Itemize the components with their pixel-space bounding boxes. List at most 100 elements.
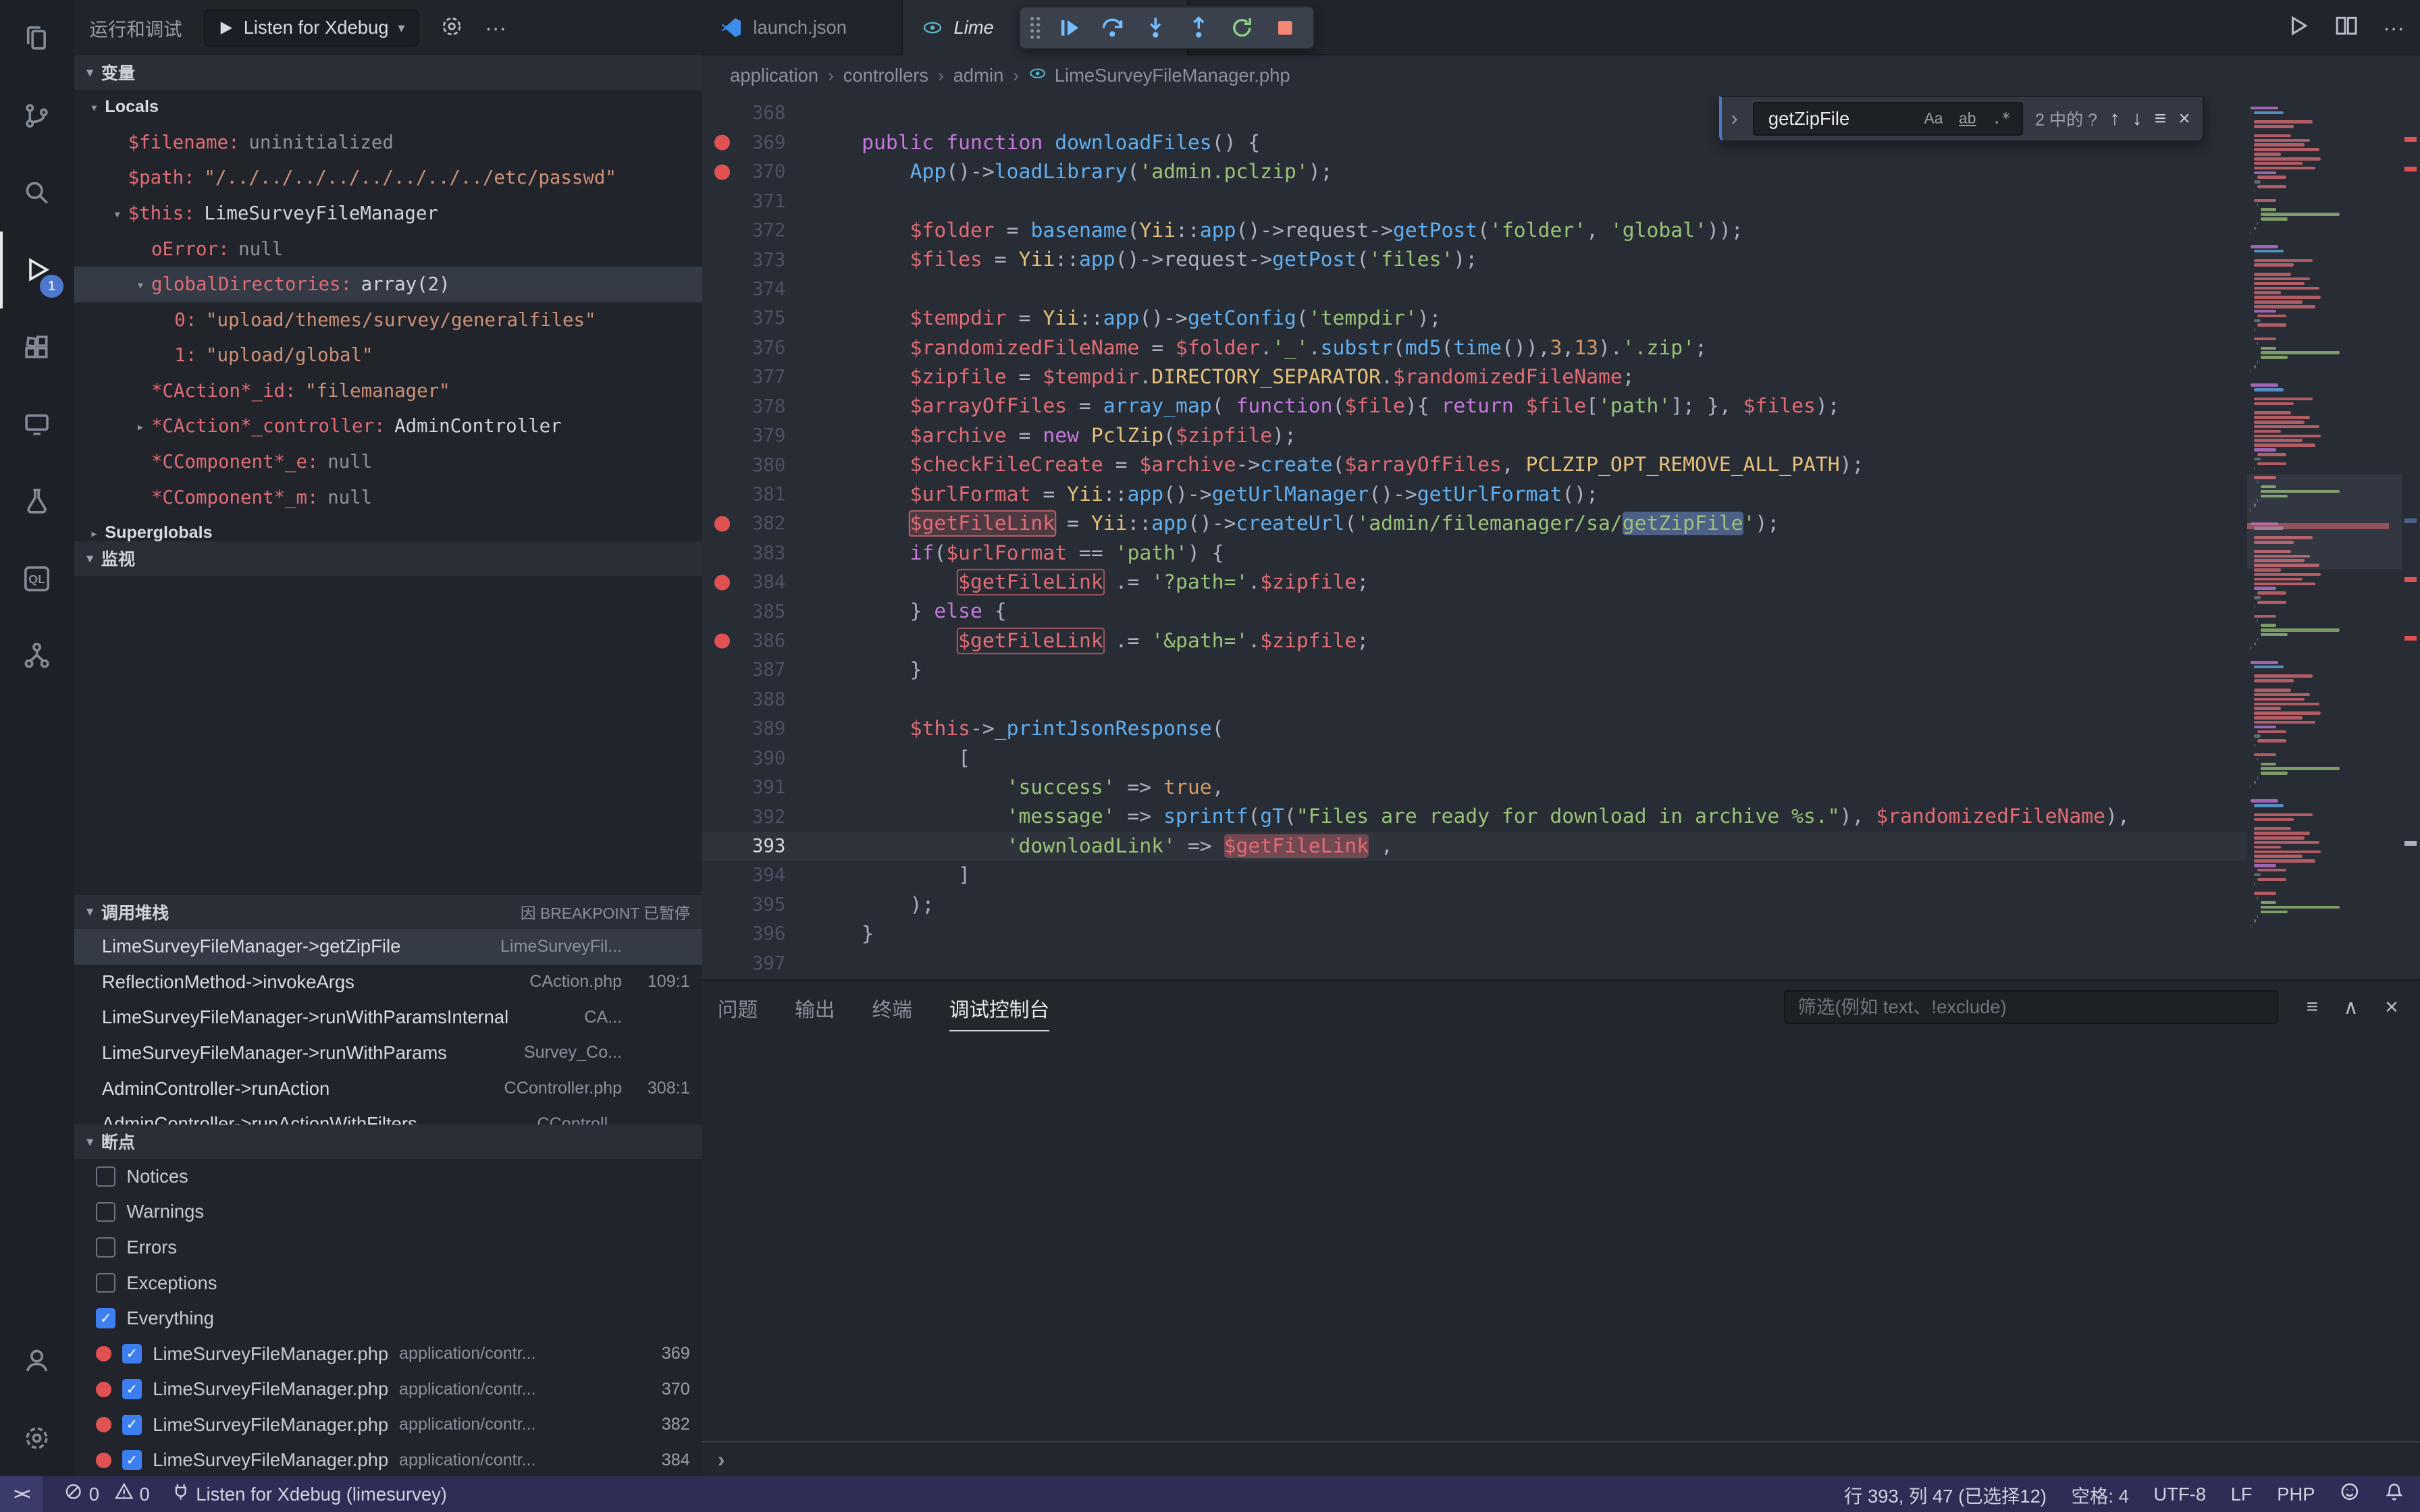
code-text[interactable]: }	[814, 655, 922, 684]
editor-gutter[interactable]: 396	[702, 923, 814, 944]
variable-row[interactable]: $filename:uninitialized	[74, 125, 702, 161]
notifications-bell-icon[interactable]	[2384, 1482, 2404, 1507]
editor-gutter[interactable]: 392	[702, 807, 814, 828]
code-text[interactable]: if($urlFormat == 'path') {	[814, 539, 1224, 568]
callstack-frame[interactable]: LimeSurveyFileManager->runWithParamsSurv…	[74, 1035, 702, 1071]
panel-tab-调试控制台[interactable]: 调试控制台	[949, 983, 1050, 1031]
code-text[interactable]: $archive = new PclZip($zipfile);	[814, 421, 1296, 450]
toggle-replace-icon[interactable]: ›	[1728, 107, 1741, 130]
code-text[interactable]: $this->_printJsonResponse(	[814, 714, 1224, 743]
checkbox[interactable]: ✓	[96, 1308, 116, 1328]
gear-icon[interactable]	[440, 15, 463, 41]
code-text[interactable]: [	[814, 744, 970, 773]
step-out-button[interactable]	[1180, 9, 1217, 47]
code-editor[interactable]: 368369 public function downloadFiles() {…	[702, 96, 2420, 980]
editor-gutter[interactable]: 397	[702, 953, 814, 974]
find-in-selection-icon[interactable]: ≡	[2155, 109, 2166, 129]
editor-gutter[interactable]: 375	[702, 308, 814, 329]
breadcrumb-item[interactable]: controllers	[843, 65, 928, 86]
status-item[interactable]: UTF-8	[2153, 1481, 2206, 1508]
editor-gutter[interactable]: 385	[702, 601, 814, 622]
editor-gutter[interactable]: 372	[702, 220, 814, 241]
variable-row[interactable]: *CComponent*_m:null	[74, 480, 702, 516]
status-item[interactable]: LF	[2231, 1481, 2253, 1508]
callstack-frame[interactable]: ReflectionMethod->invokeArgsCAction.php1…	[74, 965, 702, 1000]
remote-explorer-icon[interactable]	[0, 385, 74, 462]
panel-tab-终端[interactable]: 终端	[872, 983, 912, 1031]
breakpoint-filter-row[interactable]: Errors	[74, 1230, 702, 1266]
more-actions-icon[interactable]: ···	[485, 17, 506, 38]
editor-gutter[interactable]: 377	[702, 367, 814, 387]
code-text[interactable]: $tempdir = Yii::app()->getConfig('tempdi…	[814, 304, 1442, 333]
code-text[interactable]: } else {	[814, 597, 1007, 626]
editor-gutter[interactable]: 394	[702, 865, 814, 886]
search-icon[interactable]	[0, 155, 74, 232]
code-text[interactable]: 'downloadLink' => $getFileLink ,	[814, 832, 1393, 861]
variable-row[interactable]: *CComponent*_e:null	[74, 444, 702, 480]
editor-gutter[interactable]: 386	[702, 630, 814, 651]
breakpoint-filter-row[interactable]: Notices	[74, 1159, 702, 1195]
toolbar-drag-handle[interactable]	[1029, 16, 1041, 40]
editor-gutter[interactable]: 373	[702, 250, 814, 271]
editor-gutter[interactable]: 381	[702, 484, 814, 505]
feedback-smiley-icon[interactable]	[2340, 1482, 2360, 1507]
close-icon[interactable]: ×	[2178, 109, 2190, 129]
checkbox[interactable]: ✓	[122, 1415, 142, 1435]
variable-row[interactable]: ▾$this:LimeSurveyFileManager	[74, 196, 702, 232]
breadcrumb-item[interactable]: LimeSurveyFileManager.php	[1028, 64, 1290, 87]
editor-gutter[interactable]: 371	[702, 191, 814, 212]
breakpoint-file-row[interactable]: ✓LimeSurveyFileManager.phpapplication/co…	[74, 1407, 702, 1442]
callstack-frame[interactable]: LimeSurveyFileManager->getZipFileLimeSur…	[74, 929, 702, 965]
code-text[interactable]: $getFileLink .= '?path='.$zipfile;	[814, 568, 1369, 597]
tree-arrow-icon[interactable]: ▸	[130, 418, 151, 435]
code-text[interactable]: $getFileLink = Yii::app()->createUrl('ad…	[814, 509, 1780, 538]
settings-gear-icon[interactable]	[0, 1399, 74, 1476]
code-text[interactable]: );	[814, 890, 935, 919]
checkbox[interactable]	[96, 1237, 116, 1258]
callstack-frame[interactable]: LimeSurveyFileManager->runWithParamsInte…	[74, 1000, 702, 1035]
find-input[interactable]	[1765, 107, 1913, 132]
variable-row[interactable]: *CAction*_id:"filemanager"	[74, 373, 702, 409]
code-text[interactable]: $arrayOfFiles = array_map( function($fil…	[814, 392, 1840, 421]
variable-row[interactable]: ▸Superglobals	[74, 515, 702, 541]
minimap[interactable]	[2247, 96, 2402, 980]
breakpoint-dot[interactable]	[714, 516, 730, 531]
match-case-icon[interactable]: Aa	[1920, 105, 1947, 132]
minimap-slider[interactable]	[2247, 474, 2402, 570]
callstack-frame[interactable]: AdminController->runActionWithFiltersCCo…	[74, 1106, 702, 1125]
variable-row[interactable]: ▾globalDirectories:array(2)	[74, 267, 702, 302]
checkbox[interactable]	[96, 1166, 116, 1187]
code-text[interactable]: $zipfile = $tempdir.DIRECTORY_SEPARATOR.…	[814, 362, 1635, 392]
editor-gutter[interactable]: 383	[702, 543, 814, 564]
close-panel-icon[interactable]: ×	[2385, 981, 2398, 1033]
breakpoint-dot[interactable]	[714, 633, 730, 649]
previous-match-icon[interactable]: ↑	[2109, 109, 2120, 129]
status-item[interactable]: PHP	[2277, 1481, 2315, 1508]
code-text[interactable]: $getFileLink .= '&path='.$zipfile;	[814, 626, 1369, 655]
stop-button[interactable]	[1267, 9, 1304, 47]
breakpoint-dot[interactable]	[714, 135, 730, 151]
editor-gutter[interactable]: 368	[702, 103, 814, 124]
resource-graph-icon[interactable]	[0, 617, 74, 694]
breakpoint-filter-row[interactable]: ✓Everything	[74, 1301, 702, 1336]
editor-gutter[interactable]: 378	[702, 396, 814, 417]
editor-gutter[interactable]: 390	[702, 748, 814, 769]
checkbox[interactable]: ✓	[122, 1450, 142, 1470]
checkbox[interactable]: ✓	[122, 1379, 142, 1399]
editor-gutter[interactable]: 393	[702, 836, 814, 857]
explorer-icon[interactable]	[0, 0, 74, 77]
breadcrumb-item[interactable]: application	[730, 65, 818, 86]
editor-gutter[interactable]: 370	[702, 161, 814, 182]
code-text[interactable]: $files = Yii::app()->request->getPost('f…	[814, 245, 1478, 274]
editor-gutter[interactable]: 374	[702, 279, 814, 300]
test-beaker-icon[interactable]	[0, 463, 74, 540]
variable-row[interactable]: oError:null	[74, 232, 702, 267]
run-and-debug-icon[interactable]: 1	[0, 232, 74, 308]
editor-gutter[interactable]: 376	[702, 338, 814, 358]
breakpoint-dot[interactable]	[714, 574, 730, 590]
code-text[interactable]: 'message' => sprintf(gT("Files are ready…	[814, 802, 2130, 831]
editor-gutter[interactable]: 395	[702, 894, 814, 915]
tree-arrow-icon[interactable]: ▾	[107, 206, 128, 222]
breakpoint-dot[interactable]	[714, 164, 730, 180]
variable-row[interactable]: ▾Locals	[74, 90, 702, 126]
